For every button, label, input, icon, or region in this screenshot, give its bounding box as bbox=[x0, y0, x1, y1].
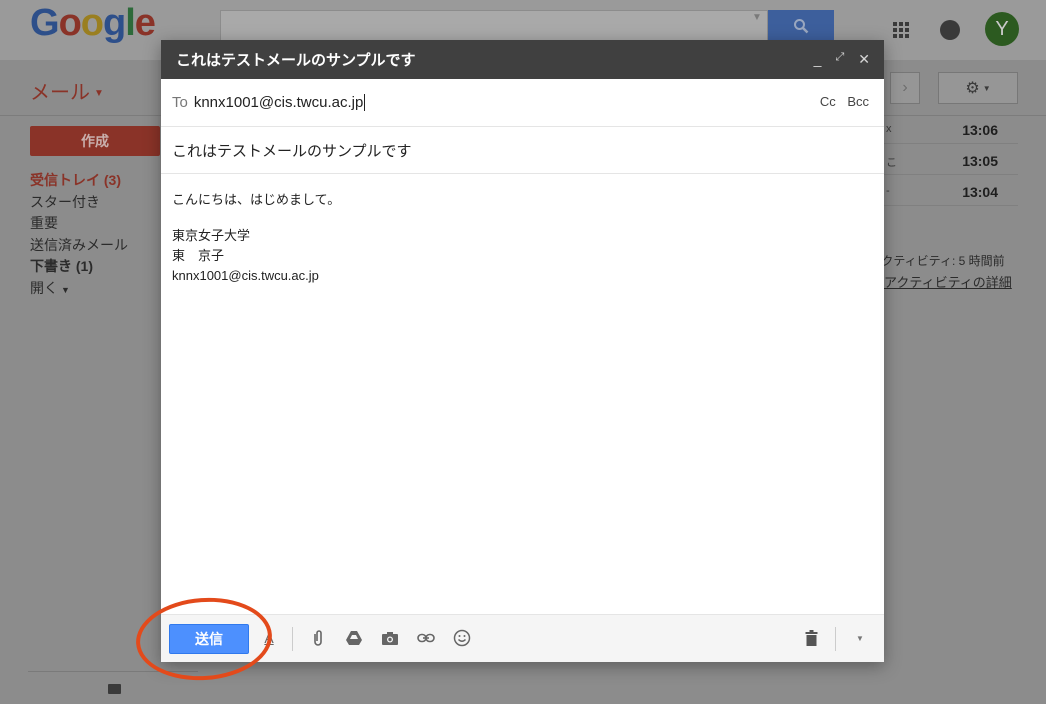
sidebar: 受信トレイ (3) スター付き 重要 送信済みメール 下書き (1) 開く ▼ bbox=[30, 170, 128, 299]
list-item[interactable]: x 13:06 bbox=[884, 118, 1018, 144]
mail-menu[interactable]: メール ▼ bbox=[30, 76, 104, 105]
message-body[interactable]: こんにちは、はじめまして。 東京女子大学 東 京子 knnx1001@cis.t… bbox=[161, 174, 884, 614]
chevron-down-icon: ▼ bbox=[982, 83, 991, 93]
signature-name: 東 京子 bbox=[172, 248, 225, 263]
subject-input[interactable]: これはテストメールのサンプルです bbox=[172, 140, 412, 161]
signature-email: knnx1001@cis.twcu.ac.jp bbox=[172, 268, 319, 283]
subject-field[interactable]: これはテストメールのサンプルです bbox=[161, 127, 884, 174]
compose-header[interactable]: これはテストメールのサンプルです _ ⤢ ✕ bbox=[161, 40, 884, 79]
gear-icon: ⚙ bbox=[965, 80, 980, 97]
divider bbox=[28, 671, 198, 672]
sidebar-item-inbox[interactable]: 受信トレイ (3) bbox=[30, 170, 128, 192]
trash-icon[interactable] bbox=[801, 628, 821, 648]
search-button[interactable] bbox=[768, 10, 834, 42]
avatar[interactable]: Y bbox=[985, 12, 1019, 46]
next-page-button[interactable]: › bbox=[890, 72, 920, 104]
list-item[interactable]: -13:04 bbox=[884, 180, 1018, 206]
sidebar-item-starred[interactable]: スター付き bbox=[30, 192, 128, 214]
search-icon bbox=[794, 19, 809, 34]
drive-icon[interactable] bbox=[344, 628, 364, 648]
settings-button[interactable]: ⚙ ▼ bbox=[938, 72, 1018, 104]
cc-link[interactable]: Cc bbox=[820, 94, 836, 109]
emoji-icon[interactable] bbox=[452, 628, 472, 648]
to-label: To bbox=[172, 94, 188, 111]
sidebar-item-more[interactable]: 開く ▼ bbox=[30, 278, 128, 300]
chat-icon[interactable] bbox=[108, 684, 121, 694]
compose-title: これはテストメールのサンプルです bbox=[176, 52, 416, 69]
sidebar-item-important[interactable]: 重要 bbox=[30, 213, 128, 235]
chevron-down-icon: ▼ bbox=[94, 88, 104, 100]
send-button[interactable]: 送信 bbox=[169, 624, 249, 654]
last-activity: アクティビティ: 5 時間前 bbox=[884, 254, 1005, 268]
body-greeting: こんにちは、はじめまして。 bbox=[172, 192, 341, 207]
search-input[interactable] bbox=[220, 10, 768, 42]
to-field[interactable]: To knnx1001@cis.twcu.ac.jp Cc Bcc bbox=[161, 79, 884, 127]
link-icon[interactable] bbox=[416, 628, 436, 648]
more-options-icon[interactable]: ▼ bbox=[850, 628, 870, 648]
toolbar-divider bbox=[835, 627, 836, 651]
attach-icon[interactable] bbox=[308, 628, 328, 648]
minimize-icon[interactable]: _ bbox=[814, 51, 822, 68]
compose-button[interactable]: 作成 bbox=[30, 126, 160, 156]
close-icon[interactable]: ✕ bbox=[858, 51, 870, 68]
sidebar-item-drafts[interactable]: 下書き (1) bbox=[30, 256, 128, 278]
search-options-icon[interactable]: ▼ bbox=[752, 12, 762, 23]
compose-window: これはテストメールのサンプルです _ ⤢ ✕ To knnx1001@cis.t… bbox=[161, 40, 884, 662]
toolbar-divider bbox=[292, 627, 293, 651]
photo-icon[interactable] bbox=[380, 628, 400, 648]
notifications-icon[interactable] bbox=[940, 20, 960, 40]
compose-toolbar: 送信 A ▼ bbox=[161, 614, 884, 662]
apps-grid-icon[interactable] bbox=[893, 22, 909, 38]
chevron-down-icon: ▼ bbox=[61, 284, 70, 295]
list-item[interactable]: こ 13:05 bbox=[884, 149, 1018, 175]
expand-icon[interactable]: ⤢ bbox=[835, 51, 844, 68]
bcc-link[interactable]: Bcc bbox=[847, 94, 869, 109]
sidebar-item-sent[interactable]: 送信済みメール bbox=[30, 235, 128, 257]
to-input[interactable]: knnx1001@cis.twcu.ac.jp bbox=[194, 94, 366, 111]
activity-details-link[interactable]: アクティビティの詳細 bbox=[884, 272, 1024, 291]
formatting-icon[interactable]: A bbox=[259, 628, 279, 648]
google-logo[interactable]: Google bbox=[30, 2, 156, 45]
signature-org: 東京女子大学 bbox=[172, 228, 251, 243]
